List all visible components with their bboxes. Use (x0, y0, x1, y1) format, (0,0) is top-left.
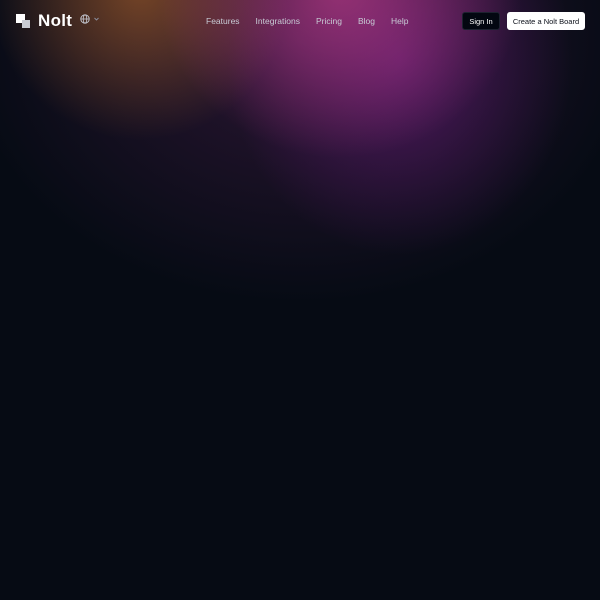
main-nav-links: Features Integrations Pricing Blog Help (206, 15, 408, 27)
brand-name: Nolt (38, 11, 73, 30)
top-navigation: Nolt Features Integrations Pricing Blog … (0, 0, 600, 42)
sign-in-button[interactable]: Sign In (462, 12, 500, 30)
language-selector[interactable] (80, 14, 99, 24)
nav-link-pricing[interactable]: Pricing (316, 15, 342, 27)
globe-icon (80, 14, 90, 24)
nolt-logo-mark-icon (16, 14, 30, 28)
nav-link-help[interactable]: Help (391, 15, 408, 27)
nav-link-integrations[interactable]: Integrations (256, 15, 300, 27)
hero-gradient-background (0, 0, 600, 600)
chevron-down-icon (94, 17, 99, 21)
nolt-logo[interactable]: Nolt (16, 12, 72, 30)
nav-link-blog[interactable]: Blog (358, 15, 375, 27)
create-board-button[interactable]: Create a Nolt Board (507, 12, 585, 30)
nav-link-features[interactable]: Features (206, 15, 240, 27)
